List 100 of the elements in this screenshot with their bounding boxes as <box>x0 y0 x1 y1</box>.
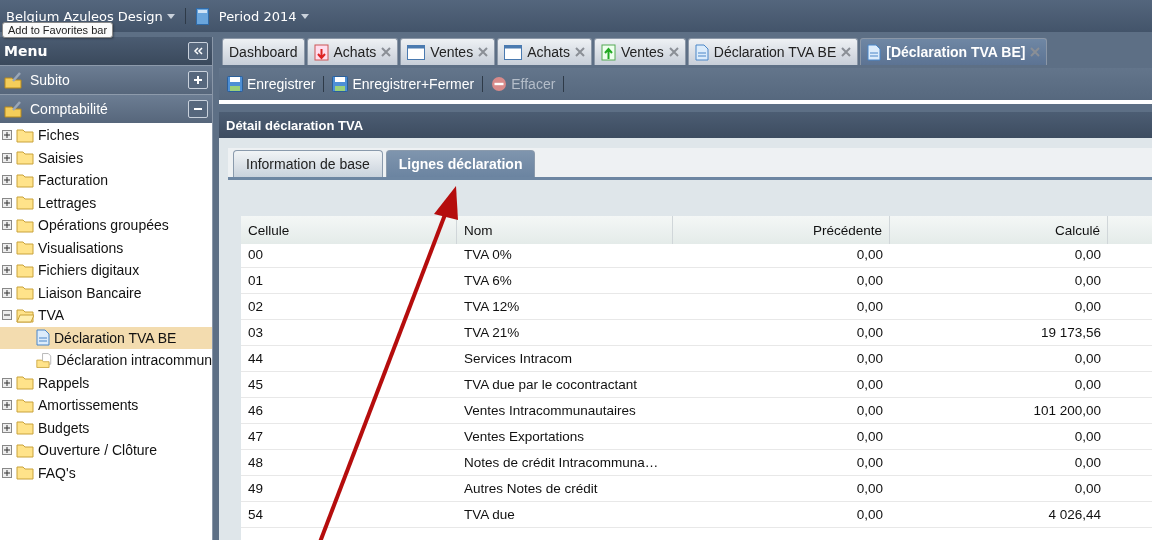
tree-item[interactable]: Déclaration TVA BE <box>0 326 212 349</box>
tab[interactable]: Achats <box>497 38 592 65</box>
column-header <box>1108 216 1152 244</box>
close-icon[interactable] <box>478 47 489 57</box>
tab[interactable]: Ventes <box>400 38 496 65</box>
close-icon[interactable] <box>574 47 585 57</box>
tab[interactable]: Dashboard <box>222 38 305 65</box>
table-cell: Autres Notes de crédit <box>457 476 673 502</box>
accordion-header[interactable]: Comptabilité <box>0 94 212 123</box>
tree-item[interactable]: Facturation <box>0 169 212 192</box>
table-cell: 46 <box>241 398 457 424</box>
table-cell: 48 <box>241 450 457 476</box>
window-icon <box>504 44 523 60</box>
table-cell: 0,00 <box>673 450 890 476</box>
folder-wrench-icon <box>4 71 24 89</box>
close-icon[interactable] <box>668 47 679 57</box>
folder-wrench-icon <box>4 100 24 118</box>
tab[interactable]: [Déclaration TVA BE] <box>860 38 1048 65</box>
table-cell: 0,00 <box>890 268 1108 294</box>
expand-icon[interactable] <box>2 400 12 411</box>
table-cell: 0,00 <box>673 242 890 268</box>
folder-icon <box>16 465 34 481</box>
expand-icon[interactable] <box>2 287 12 298</box>
column-header[interactable]: Cellule <box>241 216 457 244</box>
accordion-header[interactable]: Subito <box>0 65 212 94</box>
table-cell: 0,00 <box>673 372 890 398</box>
tree-item[interactable]: Ouverture / Clôture <box>0 439 212 462</box>
folder-icon <box>16 240 34 256</box>
expand-icon[interactable] <box>2 445 12 456</box>
tab[interactable]: Achats <box>306 38 399 65</box>
collapse-icon[interactable] <box>2 310 12 321</box>
tab[interactable]: Déclaration TVA BE <box>687 38 859 65</box>
expand-icon[interactable] <box>2 422 12 433</box>
folder-icon <box>16 127 34 143</box>
tree-item[interactable]: Visualisations <box>0 236 212 259</box>
tree-item[interactable]: TVA <box>0 304 212 327</box>
tree-item[interactable]: FAQ's <box>0 461 212 484</box>
expand-icon[interactable] <box>2 130 12 141</box>
expand-icon[interactable] <box>2 220 12 231</box>
expand-icon[interactable] <box>2 175 12 186</box>
period-menu[interactable]: Period 2014 <box>218 8 309 24</box>
folder-icon <box>16 172 34 188</box>
expand-icon[interactable] <box>2 197 12 208</box>
tree-item[interactable]: Amortissements <box>0 394 212 417</box>
tree-item[interactable]: Liaison Bancaire <box>0 281 212 304</box>
tree-item[interactable]: Budgets <box>0 416 212 439</box>
table-cell: 0,00 <box>890 424 1108 450</box>
folder-icon <box>16 150 34 166</box>
table-cell: 0,00 <box>673 424 890 450</box>
toolbar-button[interactable]: Enregistrer <box>225 76 318 92</box>
table-cell: Services Intracom <box>457 346 673 372</box>
column-header[interactable]: Nom <box>457 216 673 244</box>
table-cell: 0,00 <box>673 294 890 320</box>
table-cell: 19 173,56 <box>890 320 1108 346</box>
tree-item[interactable]: Lettrages <box>0 191 212 214</box>
folder-document-icon <box>36 350 53 370</box>
collapse-sidebar-button[interactable] <box>188 42 208 60</box>
table-cell: 0,00 <box>890 242 1108 268</box>
table-cell: 02 <box>241 294 457 320</box>
expand-icon[interactable] <box>2 467 12 478</box>
tree-item[interactable]: Opérations groupées <box>0 214 212 237</box>
table-cell: 0,00 <box>890 294 1108 320</box>
toolbar-button[interactable]: Enregistrer+Fermer <box>330 76 477 92</box>
expand-button[interactable] <box>188 71 208 89</box>
panel-title: Détail déclaration TVA <box>226 117 363 133</box>
open-folder-icon <box>16 307 34 323</box>
folder-icon <box>16 195 34 211</box>
tree-item[interactable]: Fiches <box>0 124 212 147</box>
tab[interactable]: Ventes <box>593 38 686 65</box>
column-header[interactable]: Précédente <box>673 216 890 244</box>
table-cell: 0,00 <box>673 502 890 528</box>
table-cell: 0,00 <box>890 346 1108 372</box>
table-cell: Ventes Exportations <box>457 424 673 450</box>
close-icon[interactable] <box>841 47 852 57</box>
table-cell: 0,00 <box>673 398 890 424</box>
tree-item[interactable]: Déclaration intracommun <box>0 349 212 372</box>
caret-icon <box>300 13 309 19</box>
tree-item[interactable]: Saisies <box>0 146 212 169</box>
table-cell: 54 <box>241 502 457 528</box>
tab[interactable]: Information de base <box>233 150 383 177</box>
column-header[interactable]: Calculé <box>890 216 1108 244</box>
close-icon[interactable] <box>381 47 392 57</box>
tree-item[interactable]: Fichiers digitaux <box>0 259 212 282</box>
table-cell: TVA 6% <box>457 268 673 294</box>
folder-icon <box>16 420 34 436</box>
plus-icon <box>193 75 203 85</box>
no-entry-icon <box>491 76 508 92</box>
table-cell: 47 <box>241 424 457 450</box>
expand-icon[interactable] <box>2 242 12 253</box>
company-menu[interactable]: Belgium Azuleos Design <box>6 8 175 24</box>
collapse-button[interactable] <box>188 100 208 118</box>
document-icon <box>694 43 709 61</box>
expand-icon[interactable] <box>2 377 12 388</box>
expand-icon[interactable] <box>2 152 12 163</box>
tree-item[interactable]: Rappels <box>0 371 212 394</box>
expand-icon[interactable] <box>2 265 12 276</box>
table-cell: 45 <box>241 372 457 398</box>
double-chevron-icon <box>193 47 203 55</box>
table-cell: 4 026,44 <box>890 502 1108 528</box>
table-cell: 44 <box>241 346 457 372</box>
